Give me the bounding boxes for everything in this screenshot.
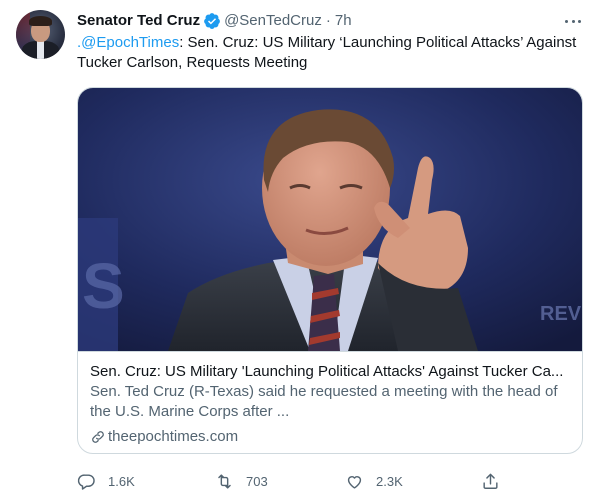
like-count: 2.3K (376, 473, 403, 489)
author-name[interactable]: Senator Ted Cruz (77, 11, 200, 31)
avatar[interactable] (16, 10, 65, 59)
card-image[interactable]: S REVE (78, 88, 582, 351)
card-domain[interactable]: theepochtimes.com (90, 427, 238, 447)
more-options-icon[interactable] (563, 12, 583, 30)
backdrop-lettering-right: REVE (540, 303, 582, 325)
heart-icon (347, 475, 362, 489)
mention-link[interactable]: .@EpochTimes (77, 34, 179, 51)
card-domain-text: theepochtimes.com (108, 428, 239, 445)
reply-button[interactable]: 1.6K (77, 470, 135, 492)
tweet-timestamp[interactable]: 7h (335, 11, 352, 31)
retweet-count: 703 (246, 473, 268, 489)
retweet-button[interactable]: 703 (215, 470, 268, 492)
author-handle[interactable]: @SenTedCruz (224, 11, 322, 31)
link-icon (92, 431, 104, 443)
card-body[interactable]: Sen. Cruz: US Military 'Launching Politi… (78, 351, 582, 453)
share-button[interactable] (481, 470, 500, 492)
reply-count: 1.6K (108, 473, 135, 489)
card-description: Sen. Ted Cruz (R-Texas) said he requeste… (90, 383, 558, 420)
link-card[interactable]: S REVE Sen. Cruz: US Military 'Launch (77, 87, 583, 454)
avatar-shirt (37, 41, 44, 59)
header-separator: · (325, 12, 331, 29)
card-title[interactable]: Sen. Cruz: US Military 'Launching Politi… (90, 362, 570, 382)
like-button[interactable]: 2.3K (345, 470, 403, 492)
share-icon (483, 473, 498, 489)
tweet-actions: 1.6K 703 2.3K (77, 470, 517, 492)
reply-icon (77, 473, 95, 490)
backdrop-lettering-left: S (82, 250, 125, 322)
tweet-header: Senator Ted Cruz @SenTedCruz · 7h (77, 11, 352, 31)
more-dot (571, 19, 575, 23)
more-dot (565, 19, 568, 23)
tweet[interactable]: Senator Ted Cruz @SenTedCruz · 7h .@Epoc… (0, 0, 598, 503)
verified-badge-icon (204, 13, 220, 29)
more-dot (578, 19, 581, 23)
tweet-text: .@EpochTimes: Sen. Cruz: US Military ‘La… (77, 33, 587, 73)
avatar-hair (29, 16, 52, 26)
retweet-icon (218, 473, 231, 489)
